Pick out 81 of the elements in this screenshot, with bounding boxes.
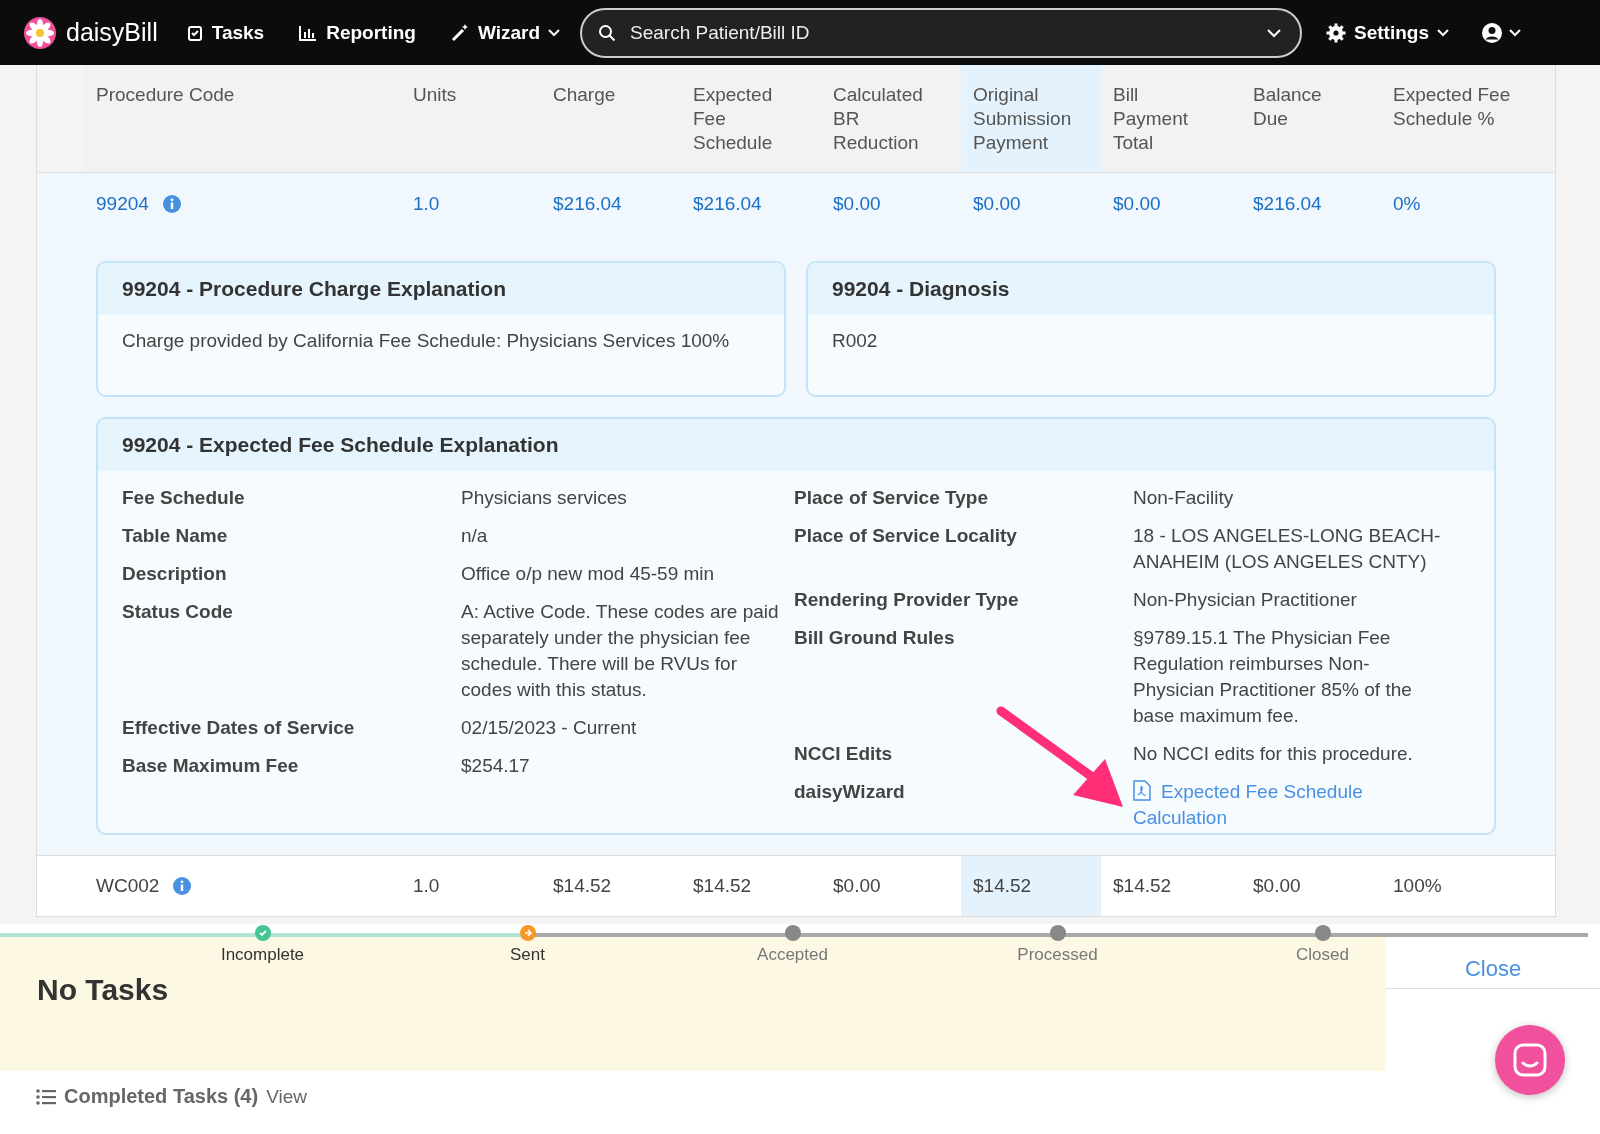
table-cell: 99204 xyxy=(96,193,149,215)
table-cell: $216.04 xyxy=(693,193,762,215)
nav-link[interactable]: Tasks xyxy=(185,21,265,44)
table-row[interactable] xyxy=(37,173,1555,856)
field-label: Base Maximum Fee xyxy=(122,754,300,778)
field-value: n/a xyxy=(461,524,489,548)
table-cell: 0% xyxy=(1393,193,1421,215)
field-value: Office o/p new mod 45-59 min xyxy=(461,562,716,586)
table-cell: $14.52 xyxy=(973,875,1032,897)
chevron-down-icon xyxy=(1436,28,1449,37)
flower-logo-icon xyxy=(24,16,56,49)
settings-menu[interactable]: Settings xyxy=(1326,21,1449,44)
magic-wand-icon xyxy=(449,22,470,43)
field-value: Non-Facility xyxy=(1133,486,1235,510)
field-label: Place of Service Type xyxy=(794,486,989,510)
clipboard-icon xyxy=(185,23,204,42)
field-label: Table Name xyxy=(122,524,229,548)
table-cell: $0.00 xyxy=(833,875,881,897)
settings-icon xyxy=(1326,22,1346,43)
table-cell: 100% xyxy=(1393,875,1442,897)
search-icon xyxy=(598,23,616,42)
tasks-heading: No Tasks xyxy=(37,973,169,1006)
step-label: Closed xyxy=(1296,945,1349,965)
view-link[interactable]: View xyxy=(266,1085,307,1108)
field-label: Place of Service Locality xyxy=(794,524,1018,548)
table-cell: $216.04 xyxy=(553,193,622,215)
card-text: Charge provided by California Fee Schedule: Physicians Services 100% xyxy=(121,329,731,353)
column-header: Original Submission Payment xyxy=(961,65,1101,172)
completed-tasks-label: Completed Tasks (4) xyxy=(64,1085,259,1108)
list-icon xyxy=(36,1088,56,1105)
nav-link[interactable]: Wizard xyxy=(449,21,560,44)
table-cell: $0.00 xyxy=(973,193,1021,215)
table-cell: WC002 xyxy=(96,875,160,897)
table-cell: 1.0 xyxy=(413,193,440,215)
field-label: Description xyxy=(122,562,228,586)
chevron-down-icon xyxy=(1508,28,1521,37)
table-cell: $14.52 xyxy=(693,875,752,897)
field-label: NCCI Edits xyxy=(794,742,894,766)
field-value: No NCCI edits for this procedure. xyxy=(1133,742,1414,766)
table-cell: $0.00 xyxy=(1113,193,1161,215)
step-label: Sent xyxy=(510,945,545,965)
search-field[interactable]: Search Patient/Bill ID xyxy=(580,7,1302,58)
field-value: A: Active Code. These codes are paid separately under the physician fee schedule. There will be RVUs for codes with this status. xyxy=(461,600,780,702)
bar-chart-icon xyxy=(298,23,319,42)
pdf-file-icon xyxy=(1133,780,1151,801)
field-value: 02/15/2023 - Current xyxy=(461,716,638,740)
info-icon[interactable] xyxy=(162,195,181,213)
card-text: R002 xyxy=(831,329,879,353)
field-label: Bill Ground Rules xyxy=(794,626,956,650)
step-label: Incomplete xyxy=(220,945,305,965)
card-title: 99204 - Expected Fee Schedule Explanation xyxy=(98,419,1494,471)
chat-button[interactable] xyxy=(1495,1025,1565,1095)
table-cell: $0.00 xyxy=(833,193,881,215)
user-avatar-icon xyxy=(1480,21,1503,44)
table-cell: $216.04 xyxy=(1253,193,1322,215)
card-title: 99204 - Procedure Charge Explanation xyxy=(98,263,784,315)
field-label: Status Code xyxy=(122,600,234,624)
card-title: 99204 - Diagnosis xyxy=(808,263,1494,315)
step-label: Processed xyxy=(1017,945,1098,965)
field-label: Effective Dates of Service xyxy=(122,716,356,740)
field-label: daisyWizard xyxy=(794,780,906,804)
app-logo-text[interactable]: daisyBill xyxy=(66,18,158,47)
field-label: Fee Schedule xyxy=(122,486,246,510)
table-cell: $14.52 xyxy=(1113,875,1172,897)
chevron-down-icon xyxy=(548,28,560,37)
info-icon[interactable] xyxy=(173,877,192,895)
account-menu[interactable] xyxy=(1480,21,1521,44)
field-label: Rendering Provider Type xyxy=(794,588,1020,612)
chevron-down-icon xyxy=(1266,27,1282,38)
nav-link[interactable]: Reporting xyxy=(298,21,416,44)
field-value: $254.17 xyxy=(461,754,531,778)
field-value: 18 - LOS ANGELES-LONG BEACH-ANAHEIM (LOS ANGELES CNTY) xyxy=(1133,524,1442,574)
table-cell: $0.00 xyxy=(1253,875,1301,897)
step-label: Accepted xyxy=(757,945,828,965)
table-cell: 1.0 xyxy=(413,875,440,897)
table-cell: $14.52 xyxy=(553,875,612,897)
table-row[interactable]: WC002 1.0 $14.52 $14.52 $0.00 $14.52 $14.52 $0.00 100% xyxy=(37,856,1555,916)
chat-icon xyxy=(1513,1043,1547,1077)
field-value: Non-Physician Practitioner xyxy=(1133,588,1358,612)
field-value: §9789.15.1 The Physician Fee Regulation reimburses Non-Physician Practitioner 85% of the base maximum fee. xyxy=(1133,626,1413,728)
field-value: Physicians services xyxy=(461,486,628,510)
